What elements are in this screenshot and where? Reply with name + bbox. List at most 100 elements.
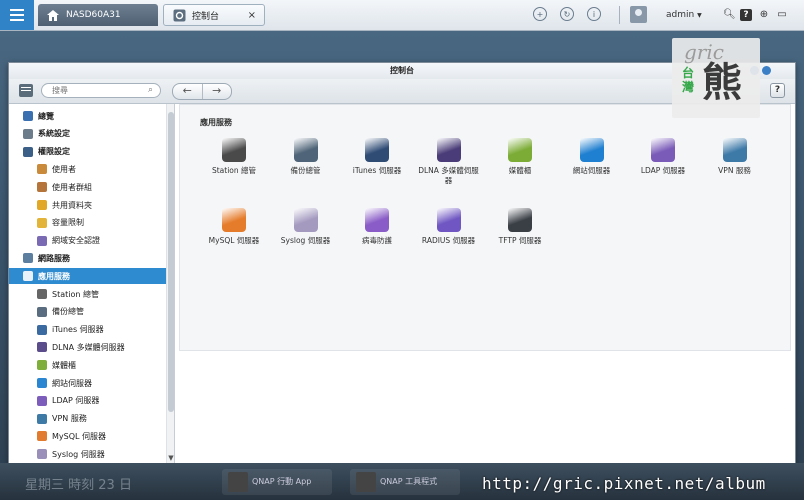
sidebar-item[interactable]: 共用資料夾 [9, 197, 174, 213]
station-icon [37, 289, 47, 299]
search-input[interactable] [41, 83, 161, 98]
antivirus-icon [365, 208, 389, 232]
watermark-url: http://gric.pixnet.net/album [482, 474, 766, 493]
help-icon[interactable]: ? [740, 9, 752, 21]
sidebar-item-label: 系統設定 [38, 129, 70, 139]
sidebar-item-label: 使用者群組 [52, 182, 92, 192]
app-tile[interactable]: LDAP 伺服器 [629, 138, 697, 176]
app-tile-label: LDAP 伺服器 [640, 166, 686, 175]
username[interactable]: admin ▼ [666, 10, 702, 20]
sidebar-item[interactable]: DLNA 多媒體伺服器 [9, 339, 174, 355]
logo-cjk-big: 熊 [702, 59, 742, 106]
sidebar-item[interactable]: 網域安全認證 [9, 233, 174, 249]
sidebar-item[interactable]: MySQL 伺服器 [9, 428, 174, 444]
sidebar-toggle-icon[interactable] [19, 84, 33, 97]
add-icon[interactable]: + [533, 7, 547, 21]
top-bar: NASD60A31 控制台 × + ↻ i admin ▼ 🔍︎ ? ⊕ ▭ [0, 0, 804, 31]
app-tile[interactable]: 備份總管 [272, 138, 340, 176]
sidebar: Syslog 伺服器 MySQL 伺服器 VPN 服務 LDAP 伺服器 網站伺服器 媒體… [9, 104, 175, 464]
app-tile[interactable]: RADIUS 伺服器 [415, 208, 483, 246]
app-tile[interactable]: TFTP 伺服器 [486, 208, 554, 246]
sidebar-scrollbar[interactable]: ▼ [166, 104, 174, 464]
web-icon [579, 138, 604, 162]
avatar[interactable] [630, 6, 647, 23]
app-tile[interactable]: iTunes 伺服器 [343, 138, 411, 176]
tab-control-panel[interactable]: 控制台 × [163, 4, 265, 26]
mysql-icon [222, 208, 246, 232]
globe-icon[interactable]: ⊕ [758, 9, 770, 21]
app-tile[interactable]: DLNA 多媒體伺服器 [415, 138, 483, 186]
itunes-icon [37, 324, 47, 335]
app-tile[interactable]: VPN 服務 [701, 138, 769, 176]
info-icon[interactable]: i [587, 7, 601, 21]
app-tile[interactable]: Station 總管 [200, 138, 268, 176]
sidebar-item[interactable]: 總覽 [9, 108, 174, 124]
sidebar-item-label: 總覽 [38, 111, 54, 121]
sidebar-item-label: Syslog 伺服器 [52, 449, 105, 459]
sidebar-item-label: 網路服務 [38, 253, 70, 263]
user-icon [23, 146, 33, 157]
close-tab-icon[interactable]: × [248, 10, 256, 21]
app-tile-label: DLNA 多媒體伺服器 [418, 166, 479, 185]
sidebar-item[interactable]: LDAP 伺服器 [9, 393, 174, 409]
sidebar-item[interactable]: 容量限制 [9, 215, 174, 231]
sidebar-item-label: 權限設定 [38, 147, 70, 157]
globe-icon [23, 253, 33, 264]
sidebar-item[interactable]: Station 總管 [9, 286, 174, 302]
station-icon [222, 138, 246, 162]
sidebar-item[interactable]: 媒體櫃 [9, 357, 174, 373]
app-tile-label: RADIUS 伺服器 [421, 236, 476, 245]
main-menu-button[interactable] [0, 0, 34, 30]
sidebar-item[interactable]: 網路服務 [9, 250, 174, 266]
sidebar-item[interactable]: 權限設定 [9, 144, 174, 160]
sidebar-item[interactable]: Syslog 伺服器 [9, 446, 174, 462]
app-tile-label: TFTP 伺服器 [498, 236, 542, 245]
app-tile-label: 備份總管 [290, 166, 321, 175]
sidebar-item-label: 使用者 [52, 164, 76, 174]
app-tile-label: MySQL 伺服器 [208, 236, 260, 245]
refresh-icon[interactable]: ↻ [560, 7, 574, 21]
app-tile-label: Syslog 伺服器 [280, 236, 331, 245]
sidebar-item[interactable]: 備份總管 [9, 304, 174, 320]
app-tile[interactable]: Syslog 伺服器 [272, 208, 340, 246]
monitor-icon[interactable]: ▭ [776, 9, 788, 21]
tab-control-panel-label: 控制台 [192, 11, 220, 22]
app-tile[interactable]: 病毒防護 [343, 208, 411, 246]
scrollbar-thumb[interactable] [168, 112, 174, 412]
back-button[interactable]: ← [173, 84, 203, 99]
app-tile[interactable]: 網站伺服器 [558, 138, 626, 176]
sidebar-item[interactable]: 應用服務 [9, 268, 174, 285]
forward-button[interactable]: → [203, 84, 232, 99]
sidebar-item[interactable]: 使用者群組 [9, 179, 174, 195]
app-tile-label: iTunes 伺服器 [352, 166, 402, 175]
help-button[interactable]: ? [770, 83, 785, 98]
backup-icon [293, 138, 318, 162]
watermark-logo: gric 台灣 熊 [672, 38, 760, 118]
syslog-icon [293, 208, 318, 232]
sidebar-item[interactable]: VPN 服務 [9, 411, 174, 427]
taskbar-app[interactable]: QNAP 工具程式 [350, 469, 460, 495]
app-tile[interactable]: MySQL 伺服器 [200, 208, 268, 246]
app-tile-label: VPN 服務 [718, 166, 751, 175]
app-tile-label: 網站伺服器 [572, 166, 611, 175]
sidebar-item-label: VPN 服務 [52, 414, 87, 424]
taskbar-app[interactable]: QNAP 行動 App [222, 469, 332, 495]
sidebar-item[interactable]: 網站伺服器 [9, 375, 174, 391]
sidebar-item-label: 容量限制 [52, 218, 84, 228]
app-tile[interactable]: 媒體櫃 [486, 138, 554, 176]
sidebar-item-label: 媒體櫃 [52, 360, 76, 370]
scroll-down-icon[interactable]: ▼ [167, 454, 174, 462]
sidebar-item-label: DLNA 多媒體伺服器 [52, 342, 125, 352]
syslog-icon [37, 449, 47, 460]
sidebar-item[interactable]: 使用者 [9, 161, 174, 177]
sidebar-item[interactable]: iTunes 伺服器 [9, 322, 174, 338]
sidebar-item-label: 應用服務 [38, 271, 70, 281]
sidebar-item[interactable]: 系統設定 [9, 126, 174, 142]
overview-icon [23, 111, 33, 121]
sidebar-item-label: 共用資料夾 [52, 200, 92, 210]
nav-buttons: ← → [172, 83, 232, 100]
maximize-icon[interactable] [762, 66, 771, 75]
tab-home[interactable]: NASD60A31 [38, 4, 158, 26]
search-icon[interactable]: ⌕ [148, 85, 153, 95]
search-icon[interactable]: 🔍︎ [723, 9, 736, 21]
